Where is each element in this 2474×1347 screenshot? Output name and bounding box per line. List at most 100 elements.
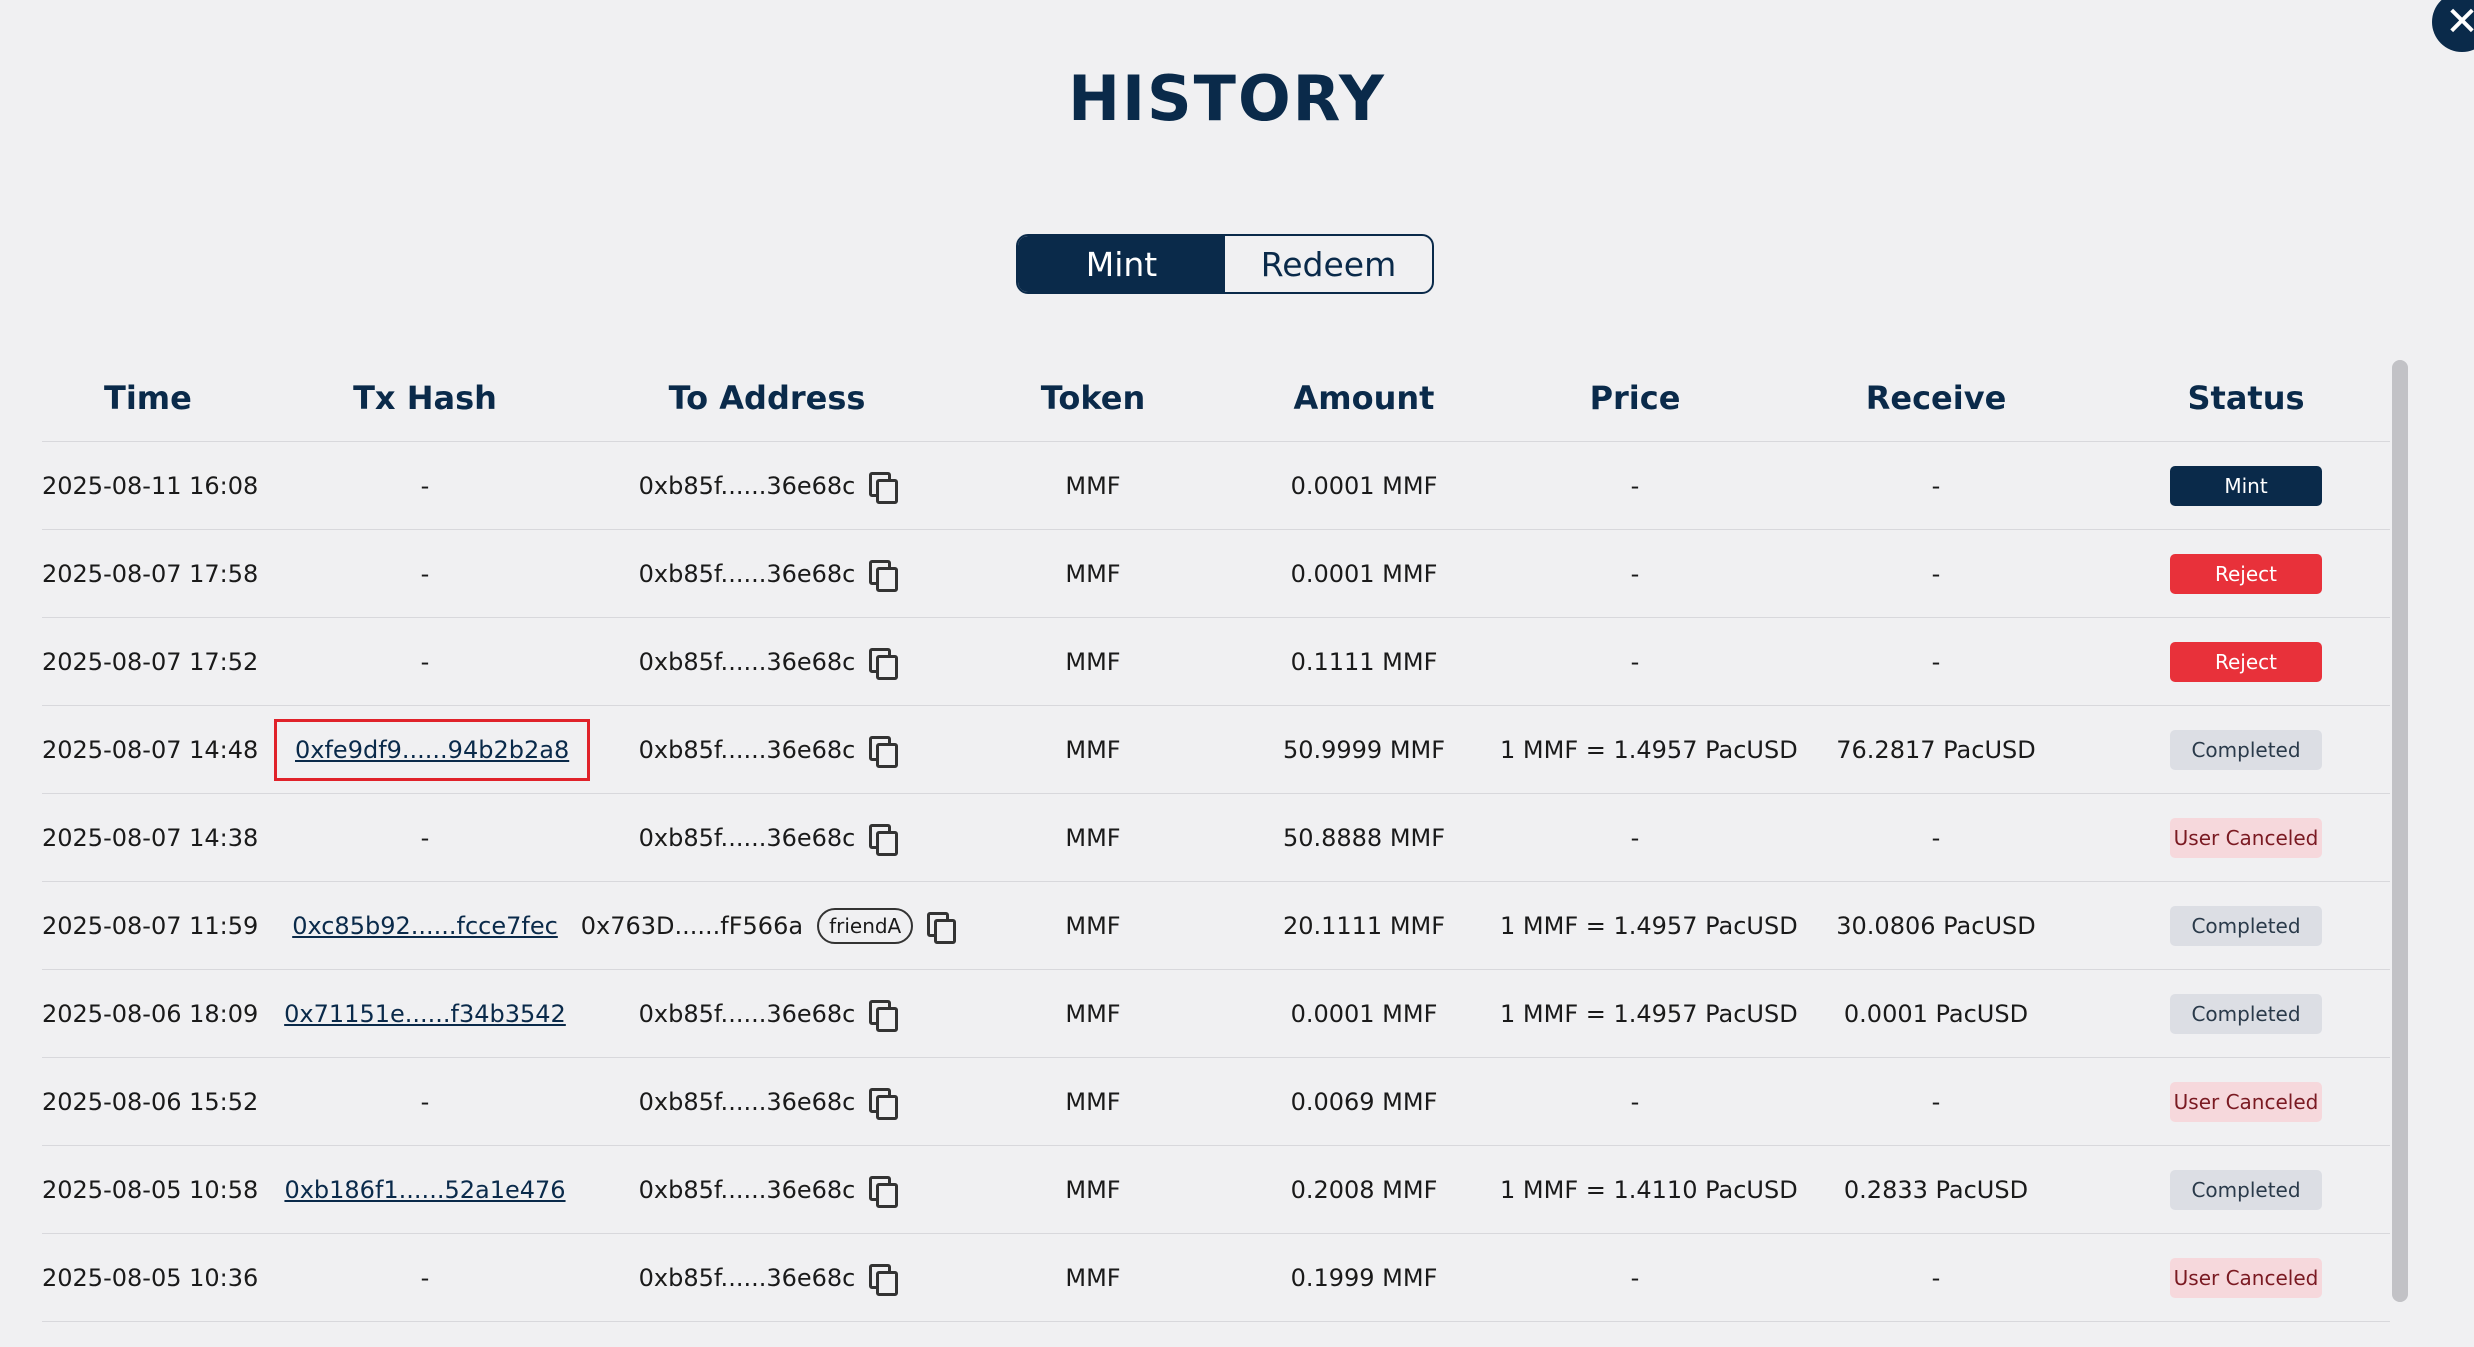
row-tx-hash: - <box>274 1233 576 1322</box>
table-row: 2025-08-06 18:09 0x71151e......f34b3542 … <box>42 969 2390 1058</box>
status-badge: Mint <box>2170 465 2322 506</box>
address-text: 0xb85f......36e68c <box>638 647 856 676</box>
row-tx-hash: 0xb186f1......52a1e476 <box>274 1145 576 1234</box>
scrollbar-thumb[interactable] <box>2392 360 2408 1302</box>
row-tx-hash: 0x71151e......f34b3542 <box>274 969 576 1058</box>
address-group: 0xb85f......36e68c <box>638 559 899 592</box>
row-status: User Canceled <box>2102 1233 2390 1322</box>
status-badge: Completed <box>2170 905 2322 946</box>
copy-icon[interactable] <box>869 823 899 856</box>
close-button[interactable]: ✕ <box>2432 0 2474 52</box>
row-token: MMF <box>958 881 1228 970</box>
row-status: User Canceled <box>2102 793 2390 882</box>
copy-icon[interactable] <box>869 1175 899 1208</box>
highlighted-tx-hash-box: 0xfe9df9......94b2b2a8 <box>274 718 591 781</box>
row-price: 1 MMF = 1.4957 PacUSD <box>1500 705 1798 794</box>
close-icon: ✕ <box>2445 0 2474 45</box>
tx-hash-link[interactable]: 0xfe9df9......94b2b2a8 <box>295 736 569 764</box>
address-group: 0xb85f......36e68c <box>639 735 899 768</box>
row-status: Completed <box>2102 1145 2390 1234</box>
copy-icon[interactable] <box>869 999 899 1032</box>
copy-icon[interactable] <box>869 471 899 504</box>
row-time: 2025-08-06 18:09 <box>42 969 274 1058</box>
column-header-amount: Amount <box>1228 355 1500 442</box>
copy-icon[interactable] <box>869 559 899 592</box>
row-tx-hash: 0xc85b92......fcce7fec <box>274 881 576 970</box>
row-status: Completed <box>2102 705 2390 794</box>
row-tx-hash: 0xfe9df9......94b2b2a8 <box>274 705 591 794</box>
table-body: 2025-08-11 16:08 - 0xb85f......36e68c MM… <box>42 441 2390 1322</box>
tx-hash-empty: - <box>420 1263 430 1292</box>
column-header-price: Price <box>1500 355 1770 442</box>
status-badge: User Canceled <box>2170 1081 2322 1122</box>
address-group: 0xb85f......36e68c <box>638 647 899 680</box>
address-text: 0x763D......fF566a <box>580 911 804 940</box>
tab-mint[interactable]: Mint <box>1018 236 1225 292</box>
copy-icon[interactable] <box>927 911 957 944</box>
row-time: 2025-08-07 14:48 <box>42 705 274 794</box>
row-token: MMF <box>958 793 1228 882</box>
row-receive: - <box>1770 1233 2102 1322</box>
row-to-address: 0xb85f......36e68c <box>576 1057 958 1146</box>
address-group: 0xb85f......36e68c <box>638 823 899 856</box>
history-table-container: Time Tx Hash To Address Token Amount Pri… <box>42 355 2390 1322</box>
row-price: 1 MMF = 1.4957 PacUSD <box>1500 881 1798 970</box>
tx-hash-link[interactable]: 0xb186f1......52a1e476 <box>284 1176 565 1204</box>
tab-redeem[interactable]: Redeem <box>1225 236 1432 292</box>
status-badge: User Canceled <box>2170 817 2322 858</box>
row-time: 2025-08-06 15:52 <box>42 1057 274 1146</box>
row-token: MMF <box>958 705 1228 794</box>
row-price: - <box>1500 529 1770 618</box>
address-group: 0xb85f......36e68c <box>639 471 899 504</box>
row-price: - <box>1500 793 1770 882</box>
row-token: MMF <box>958 1057 1228 1146</box>
row-receive: - <box>1770 441 2102 530</box>
address-text: 0xb85f......36e68c <box>638 559 856 588</box>
row-to-address: 0xb85f......36e68c <box>576 1145 958 1234</box>
table-header-row: Time Tx Hash To Address Token Amount Pri… <box>42 355 2390 442</box>
row-amount: 0.0001 MMF <box>1228 969 1500 1058</box>
table-row: 2025-08-07 17:52 - 0xb85f......36e68c MM… <box>42 617 2390 706</box>
tx-hash-empty: - <box>420 647 430 676</box>
tx-hash-link[interactable]: 0x71151e......f34b3542 <box>284 1000 566 1028</box>
row-status: User Canceled <box>2102 1057 2390 1146</box>
row-time: 2025-08-05 10:58 <box>42 1145 274 1234</box>
row-to-address: 0xb85f......36e68c <box>576 793 958 882</box>
row-receive: - <box>1770 1057 2102 1146</box>
status-badge: Completed <box>2170 993 2322 1034</box>
column-header-to-address: To Address <box>576 355 958 442</box>
vertical-scrollbar[interactable] <box>2392 360 2408 1302</box>
row-amount: 20.1111 MMF <box>1228 881 1500 970</box>
copy-icon[interactable] <box>869 1087 899 1120</box>
tx-hash-empty: - <box>420 471 430 500</box>
row-time: 2025-08-05 10:36 <box>42 1233 274 1322</box>
history-table: Time Tx Hash To Address Token Amount Pri… <box>42 355 2390 1322</box>
row-to-address: 0xb85f......36e68c <box>576 441 958 530</box>
tx-hash-link[interactable]: 0xc85b92......fcce7fec <box>292 912 558 940</box>
row-token: MMF <box>958 441 1228 530</box>
status-badge: Reject <box>2170 553 2322 594</box>
row-status: Reject <box>2102 529 2390 618</box>
address-text: 0xb85f......36e68c <box>638 823 856 852</box>
address-group: 0xb85f......36e68c <box>638 1263 899 1296</box>
row-price: - <box>1500 1233 1770 1322</box>
copy-icon[interactable] <box>869 735 899 768</box>
row-status: Reject <box>2102 617 2390 706</box>
row-time: 2025-08-07 14:38 <box>42 793 274 882</box>
copy-icon[interactable] <box>869 647 899 680</box>
row-amount: 50.9999 MMF <box>1228 705 1500 794</box>
row-receive: - <box>1770 529 2102 618</box>
row-tx-hash: - <box>274 529 576 618</box>
row-token: MMF <box>958 1145 1228 1234</box>
status-badge: User Canceled <box>2170 1257 2322 1298</box>
address-text: 0xb85f......36e68c <box>638 999 856 1028</box>
row-token: MMF <box>958 969 1228 1058</box>
table-row: 2025-08-07 11:59 0xc85b92......fcce7fec … <box>42 881 2390 970</box>
copy-icon[interactable] <box>869 1263 899 1296</box>
row-amount: 0.0001 MMF <box>1228 441 1500 530</box>
address-text: 0xb85f......36e68c <box>638 1263 856 1292</box>
row-receive: 0.0001 PacUSD <box>1770 969 2102 1058</box>
row-tx-hash: - <box>274 1057 576 1146</box>
row-to-address: 0xb85f......36e68c <box>576 1233 958 1322</box>
row-tx-hash: - <box>274 617 576 706</box>
